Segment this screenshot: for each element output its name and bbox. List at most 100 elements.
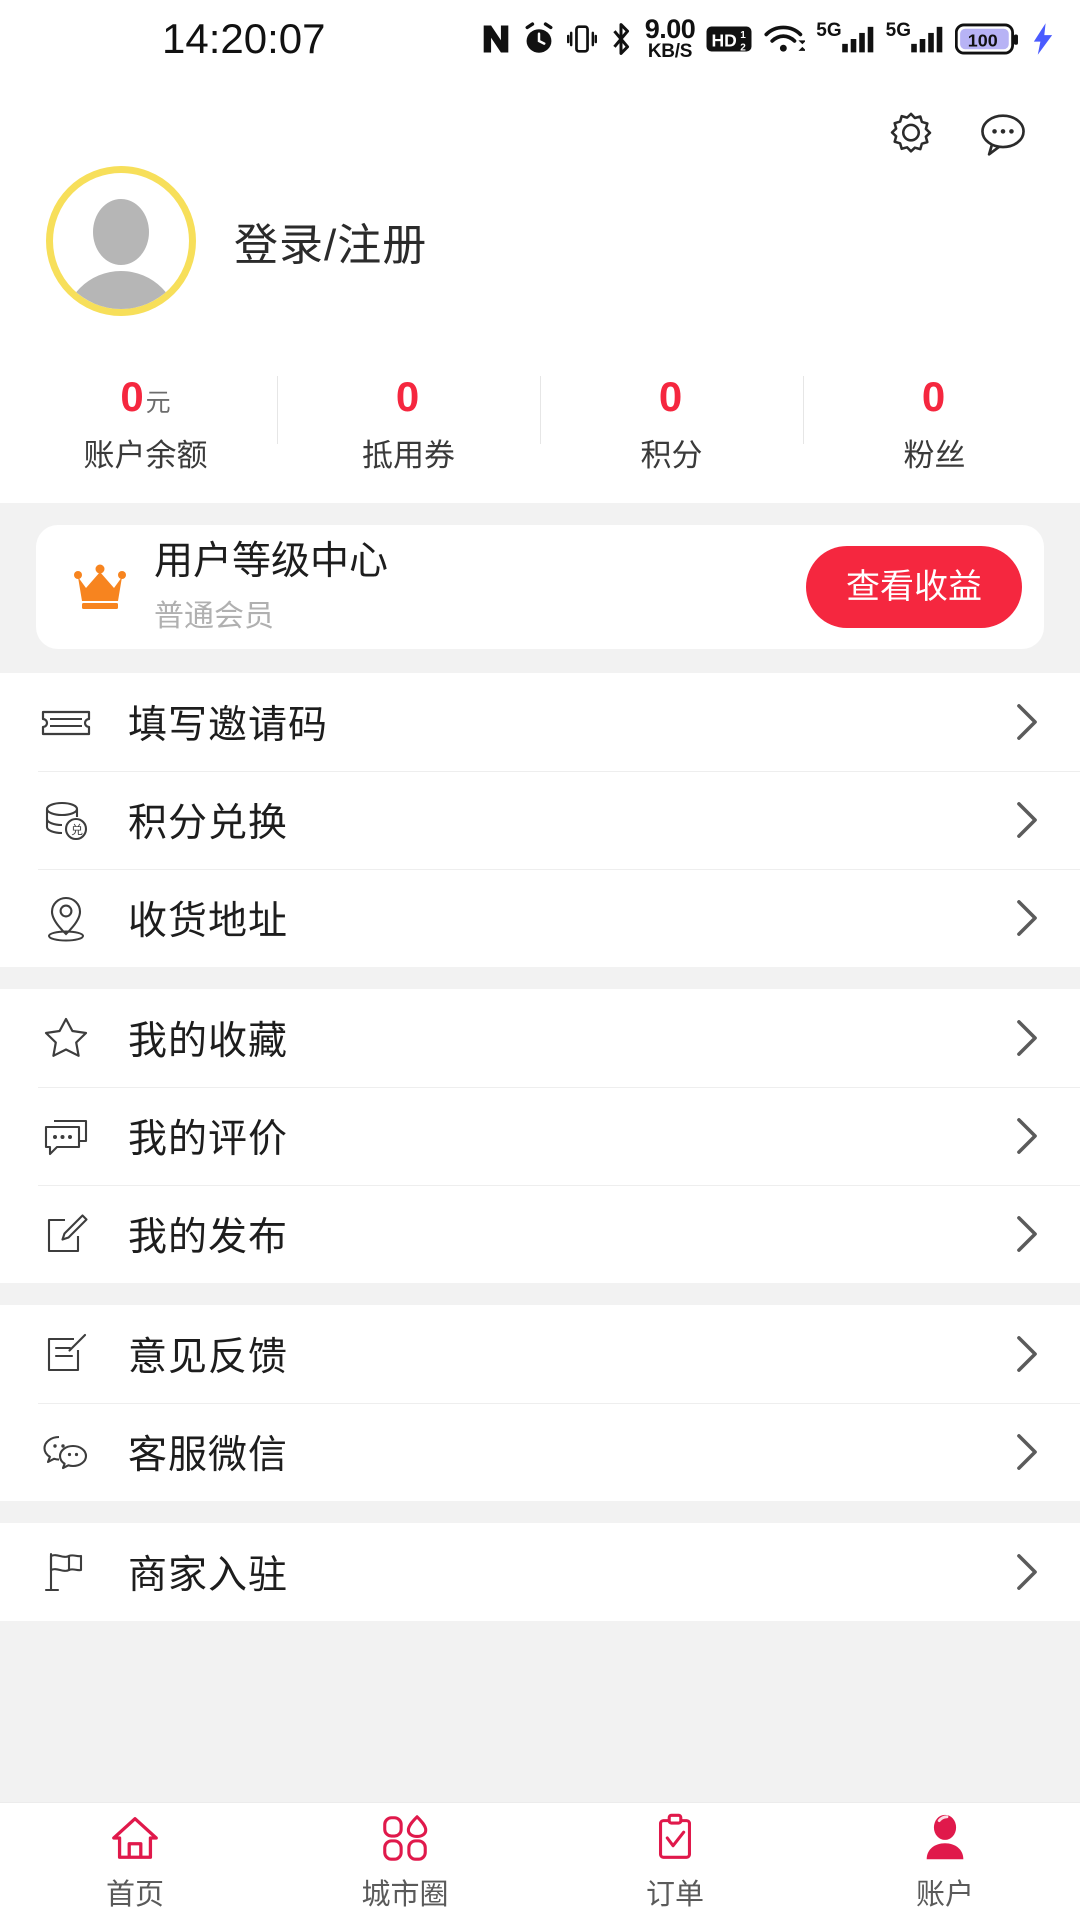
menu-item-favorites[interactable]: 我的收藏 xyxy=(0,989,1080,1087)
tab-city-circle[interactable]: 城市圈 xyxy=(270,1803,540,1920)
app-screen: 14:20:07 9.00 KB/S HD 1 2 5G 5G 100 登录/注… xyxy=(0,0,1080,1920)
wifi-icon xyxy=(763,23,806,55)
chevron-right-icon xyxy=(1014,701,1040,743)
menu-item-label: 我的收藏 xyxy=(128,1020,289,1064)
menu-item-label: 我的发布 xyxy=(128,1216,289,1260)
coins-icon: 兑 xyxy=(38,792,94,848)
hd-volte-icon: HD 1 2 xyxy=(706,24,752,54)
tab-account[interactable]: 账户 xyxy=(810,1803,1080,1920)
bluetooth-icon xyxy=(608,22,634,56)
stats-row: 0元 账户余额 0 抵用券 0 积分 0 粉丝 xyxy=(0,368,1080,493)
ticket-icon xyxy=(38,694,94,750)
stat-label: 账户余额 xyxy=(83,438,208,474)
menu-item-wechat-support[interactable]: 客服微信 xyxy=(0,1403,1080,1501)
vip-card-band: 用户等级中心 普通会员 查看收益 xyxy=(0,503,1080,674)
comment-icon xyxy=(38,1108,94,1164)
svg-text:2: 2 xyxy=(741,42,747,53)
city-circle-icon xyxy=(378,1811,432,1865)
section-divider xyxy=(0,967,1080,990)
menu-item-points-exchange[interactable]: 兑 积分兑换 xyxy=(0,771,1080,869)
profile-header: 登录/注册 0元 账户余额 0 抵用券 0 积分 0 粉丝 xyxy=(0,78,1080,504)
svg-text:HD: HD xyxy=(712,31,737,51)
menu-group-2: 我的收藏 我的评价 我的发布 xyxy=(0,989,1080,1284)
tab-label: 首页 xyxy=(105,1878,164,1911)
edit-square-icon xyxy=(38,1206,94,1262)
signal-5g-icon-secondary: 5G xyxy=(885,20,944,54)
tab-label: 账户 xyxy=(915,1878,974,1911)
section-divider xyxy=(0,1501,1080,1524)
feedback-icon xyxy=(38,1326,94,1382)
view-earnings-button[interactable]: 查看收益 xyxy=(806,546,1022,629)
login-register-link[interactable]: 登录/注册 xyxy=(234,209,427,273)
status-bar-icons: 9.00 KB/S HD 1 2 5G 5G 100 xyxy=(481,0,1056,78)
section-divider xyxy=(0,1283,1080,1306)
clipboard-icon xyxy=(648,1811,702,1865)
location-pin-icon xyxy=(38,890,94,946)
stat-label: 抵用券 xyxy=(362,438,455,474)
chevron-right-icon xyxy=(1014,799,1040,841)
stat-item-balance[interactable]: 0元 账户余额 xyxy=(14,368,277,493)
menu-item-feedback[interactable]: 意见反馈 xyxy=(0,1305,1080,1403)
signal-label-1: 5G xyxy=(816,20,842,41)
menu-item-invite-code[interactable]: 填写邀请码 xyxy=(0,673,1080,771)
stat-unit: 元 xyxy=(145,389,171,417)
header-actions xyxy=(882,106,1032,164)
home-icon xyxy=(108,1811,162,1865)
vip-title: 用户等级中心 xyxy=(154,539,389,583)
vip-subtitle: 普通会员 xyxy=(154,599,274,633)
avatar-body-shape xyxy=(63,271,179,309)
bottom-tab-bar: 首页 城市圈 订单 账户 xyxy=(0,1802,1080,1920)
chevron-right-icon xyxy=(1014,1017,1040,1059)
menu-item-label: 收货地址 xyxy=(128,900,289,944)
menu-item-my-posts[interactable]: 我的发布 xyxy=(0,1185,1080,1283)
stat-item-voucher[interactable]: 0 抵用券 xyxy=(277,368,540,493)
chevron-right-icon xyxy=(1014,1431,1040,1473)
stat-value: 0 xyxy=(921,373,946,420)
status-bar-clock: 14:20:07 xyxy=(162,15,326,62)
vip-text-block: 用户等级中心 普通会员 xyxy=(154,540,806,635)
menu-item-label: 填写邀请码 xyxy=(128,704,329,748)
avatar-head-shape xyxy=(93,199,149,265)
battery-level-text: 100 xyxy=(968,31,998,51)
menu-item-shipping-address[interactable]: 收货地址 xyxy=(0,869,1080,967)
stat-item-fans[interactable]: 0 粉丝 xyxy=(803,368,1066,493)
signal-5g-icon: 5G xyxy=(816,20,874,54)
menu-group-1: 填写邀请码 兑 积分兑换 收货地址 xyxy=(0,673,1080,968)
nfc-icon xyxy=(481,23,511,55)
gear-icon[interactable] xyxy=(882,106,940,164)
menu-item-reviews[interactable]: 我的评价 xyxy=(0,1087,1080,1185)
menu-group-3: 意见反馈 客服微信 xyxy=(0,1305,1080,1502)
stat-value: 0元 xyxy=(120,373,171,420)
tab-label: 城市圈 xyxy=(361,1878,449,1911)
menu-item-label: 客服微信 xyxy=(128,1434,289,1478)
menu-item-merchant-join[interactable]: 商家入驻 xyxy=(0,1523,1080,1621)
charging-bolt-icon xyxy=(1030,22,1056,56)
crown-icon xyxy=(72,561,128,613)
stat-value: 0 xyxy=(395,373,420,420)
network-speed-unit: KB/S xyxy=(647,40,693,62)
account-icon xyxy=(918,1811,972,1865)
chat-bubble-icon[interactable] xyxy=(974,106,1032,164)
tab-orders[interactable]: 订单 xyxy=(540,1803,810,1920)
svg-text:兑: 兑 xyxy=(71,823,83,837)
flag-icon xyxy=(38,1544,94,1600)
user-level-center-card[interactable]: 用户等级中心 普通会员 查看收益 xyxy=(36,525,1044,650)
tab-home[interactable]: 首页 xyxy=(0,1803,270,1920)
chevron-right-icon xyxy=(1014,1551,1040,1593)
menu-item-label: 商家入驻 xyxy=(128,1554,289,1598)
vibrate-icon xyxy=(566,23,597,55)
menu-scroll-area[interactable]: 填写邀请码 兑 积分兑换 收货地址 我的收藏 我的评价 我的发布 意见反馈 客服… xyxy=(0,673,1080,1802)
chevron-right-icon xyxy=(1014,1115,1040,1157)
stat-item-points[interactable]: 0 积分 xyxy=(540,368,803,493)
menu-group-4: 商家入驻 xyxy=(0,1523,1080,1622)
battery-icon: 100 xyxy=(955,23,1019,55)
signal-label-2: 5G xyxy=(885,20,911,41)
avatar[interactable] xyxy=(46,166,196,316)
tab-label: 订单 xyxy=(645,1878,704,1911)
stat-label: 积分 xyxy=(640,438,703,474)
alarm-clock-icon xyxy=(522,22,556,56)
chevron-right-icon xyxy=(1014,897,1040,939)
stat-label: 粉丝 xyxy=(903,438,966,474)
menu-item-label: 积分兑换 xyxy=(128,802,289,846)
chevron-right-icon xyxy=(1014,1213,1040,1255)
